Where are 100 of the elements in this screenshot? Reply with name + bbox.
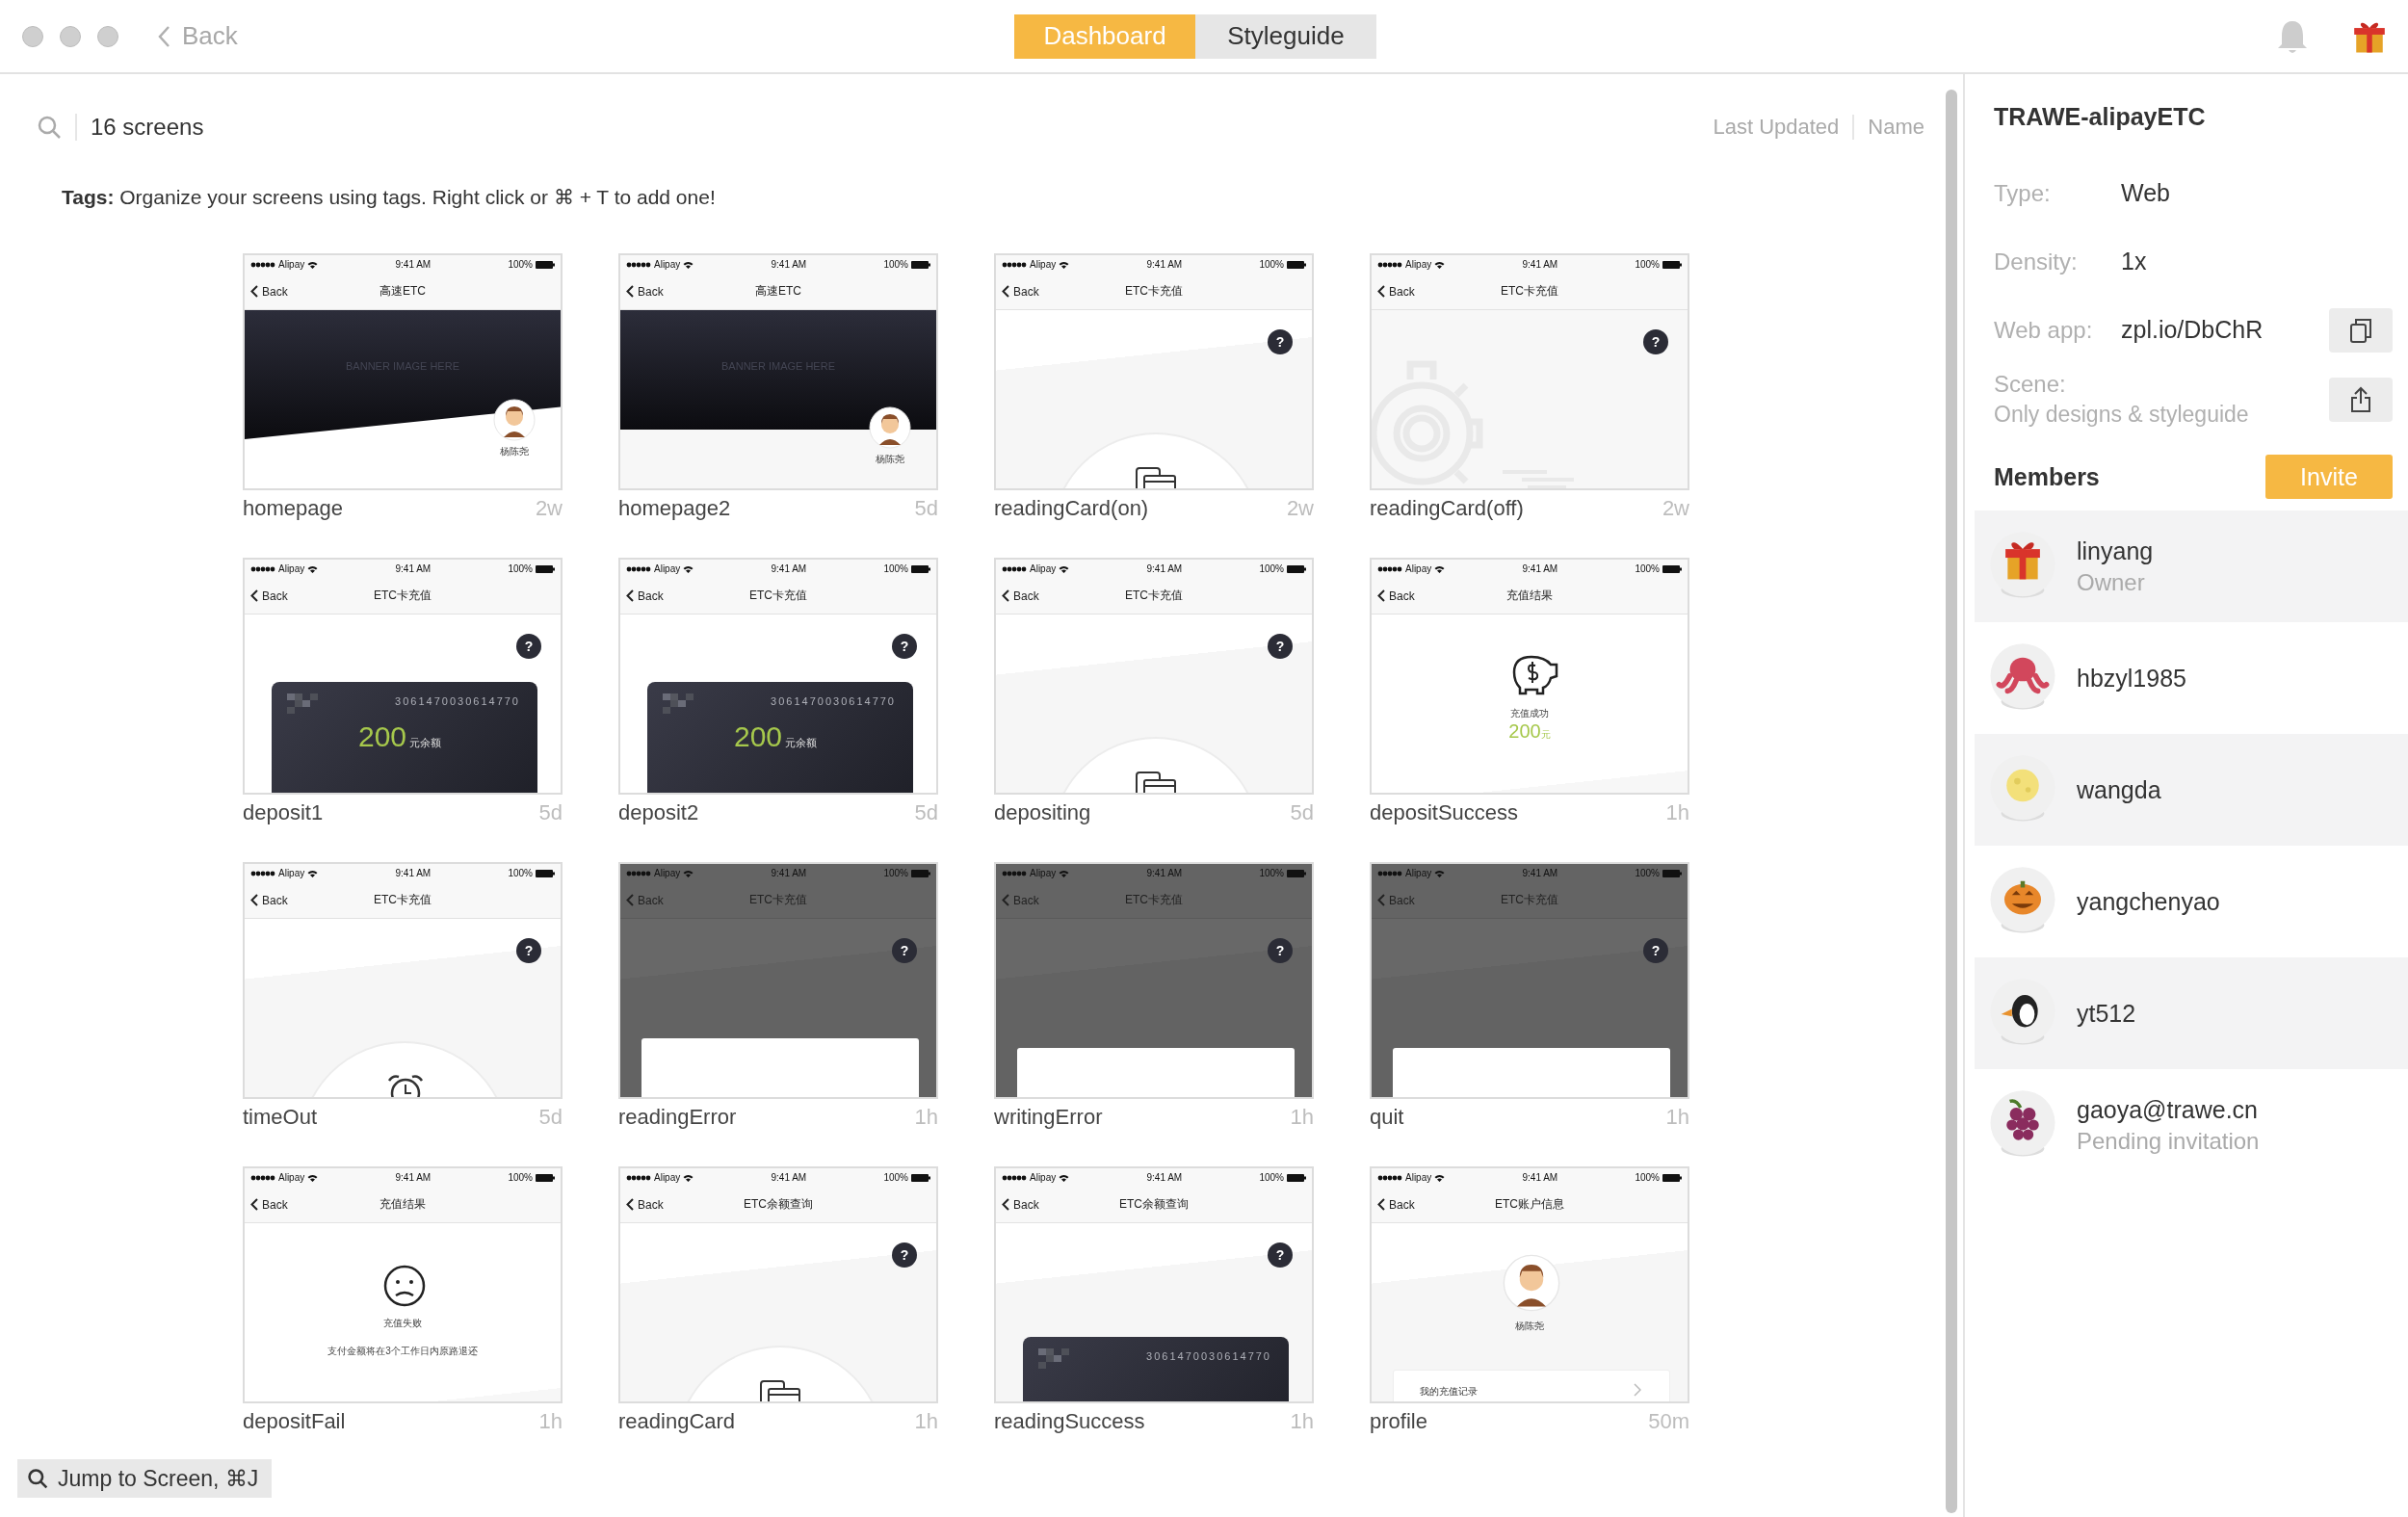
chevron-left-icon — [1002, 285, 1009, 298]
screen-thumbnail[interactable]: Alipay 9:41 AM 100% Back ETC余额查询 ? 3061470030614770 — [994, 1166, 1314, 1403]
chevron-left-icon — [1002, 894, 1009, 906]
screen-title: 高速ETC — [755, 283, 801, 300]
screen-thumbnail[interactable]: Alipay 9:41 AM 100% Back ETC余额查询 ? — [618, 1166, 938, 1403]
carrier-name: Alipay — [1405, 868, 1432, 878]
screen-thumbnail[interactable]: Alipay 9:41 AM 100% Back ETC卡充值 ? — [994, 558, 1314, 795]
screen-name: depositing — [994, 800, 1091, 825]
screen-thumbnail[interactable]: Alipay 9:41 AM 100% Back ETC账户信息 杨陈尧 我的充值记录 — [1370, 1166, 1689, 1403]
chevron-left-icon — [1377, 894, 1385, 906]
wifi-icon — [1059, 260, 1070, 269]
battery-level: 100% — [1259, 259, 1284, 270]
updated-age: 50m — [1648, 1409, 1689, 1434]
screen-thumbnail[interactable]: Alipay 9:41 AM 100% Back ETC卡充值 ? — [994, 862, 1314, 1099]
battery-level: 100% — [508, 563, 533, 574]
balance-amount: 200 元余额 — [734, 720, 818, 753]
wifi-icon — [683, 869, 694, 877]
wifi-icon — [307, 1173, 319, 1182]
signal-icon — [626, 1174, 651, 1181]
help-button: ? — [1268, 329, 1293, 354]
field-value: 1x — [2121, 248, 2147, 275]
signal-icon — [626, 870, 651, 876]
carrier-name: Alipay — [654, 563, 681, 574]
user-name: 杨陈尧 — [1514, 1320, 1545, 1333]
screen-name: depositFail — [243, 1409, 346, 1434]
battery-level: 100% — [1635, 868, 1660, 878]
search-icon[interactable] — [37, 115, 62, 140]
screen-title: ETC卡充值 — [374, 588, 432, 604]
battery-icon — [911, 869, 930, 877]
tab[interactable]: Styleguide — [1195, 13, 1376, 59]
battery-level: 100% — [1635, 563, 1660, 574]
battery-level: 100% — [1259, 563, 1284, 574]
battery-icon — [911, 1173, 930, 1182]
avatar-icon — [1503, 1254, 1560, 1312]
screen-title: 充值结果 — [1506, 588, 1553, 604]
screen-thumbnail[interactable]: Alipay 9:41 AM 100% Back ETC卡充值 ? — [994, 253, 1314, 490]
record-link: 我的充值记录 — [1420, 1385, 1478, 1399]
screen-name: quit — [1370, 1105, 1404, 1130]
help-button: ? — [892, 938, 917, 963]
battery-icon — [1662, 869, 1682, 877]
status-time: 9:41 AM — [1146, 259, 1183, 270]
battery-icon — [1287, 260, 1306, 269]
wifi-icon — [683, 564, 694, 573]
copy-button[interactable] — [2329, 307, 2393, 353]
screen-thumbnail[interactable]: Alipay 9:41 AM 100% Back ETC卡充值 ? 3061470030614770 200 元余额 — [618, 558, 938, 795]
help-button: ? — [516, 634, 541, 659]
share-button[interactable] — [2329, 377, 2393, 422]
updated-age: 2w — [1662, 496, 1689, 521]
screen-name: writingError — [994, 1105, 1103, 1130]
screen-thumbnail[interactable]: Alipay 9:41 AM 100% Back 充值结果 充值成功 200元 — [1370, 558, 1689, 795]
chevron-left-icon — [1377, 1198, 1385, 1211]
scrollbar-thumb[interactable] — [1946, 90, 1957, 1513]
jump-to-screen-button[interactable]: Jump to Screen, ⌘J — [17, 1459, 273, 1498]
avatar-icon — [869, 406, 911, 449]
wifi-icon — [307, 869, 319, 877]
signal-icon — [1002, 870, 1027, 876]
chevron-left-icon — [250, 589, 258, 602]
signal-icon — [626, 565, 651, 572]
signal-icon — [1377, 565, 1402, 572]
minimize-button[interactable] — [60, 25, 81, 47]
member-role: Pending invitation — [2077, 1127, 2260, 1155]
card-icon — [1135, 466, 1177, 488]
wifi-icon — [1434, 1173, 1446, 1182]
chevron-left-icon — [250, 285, 258, 298]
screen-name: homepage — [243, 496, 343, 521]
back-label: Back — [1013, 284, 1039, 299]
signal-icon — [1377, 1174, 1402, 1181]
members-heading: Members — [1994, 462, 2100, 491]
screen-thumbnail[interactable]: Alipay 9:41 AM 100% Back ETC卡充值 ? 3061470030614770 200 元余额 — [243, 558, 563, 795]
screen-thumbnail[interactable]: Alipay 9:41 AM 100% Back ETC卡充值 ? — [1370, 253, 1689, 490]
tags-hint: Tags: Organize your screens using tags. Right click or ⌘ + T to add one! — [62, 186, 717, 209]
member-name: wangda — [2077, 775, 2161, 804]
screen-thumbnail[interactable]: Alipay 9:41 AM 100% Back ETC卡充值 ? — [618, 862, 938, 1099]
status-time: 9:41 AM — [395, 259, 432, 270]
signal-icon — [250, 565, 275, 572]
status-time: 9:41 AM — [771, 1172, 807, 1183]
chevron-left-icon — [1002, 589, 1009, 602]
back-label: Back — [262, 893, 288, 907]
screen-thumbnail[interactable]: Alipay 9:41 AM 100% Back ETC卡充值 ? — [243, 862, 563, 1099]
battery-icon — [536, 260, 555, 269]
result-message: 充值成功 — [1509, 707, 1550, 720]
signal-icon — [1002, 261, 1027, 268]
updated-age: 1h — [914, 1105, 938, 1130]
wifi-icon — [1059, 869, 1070, 877]
screen-name: deposit2 — [618, 800, 699, 825]
signal-icon — [1377, 870, 1402, 876]
wifi-icon — [1059, 1173, 1070, 1182]
chevron-left-icon — [626, 589, 634, 602]
screen-title: ETC卡充值 — [749, 892, 807, 908]
zoom-button[interactable] — [97, 25, 118, 47]
screen-thumbnail[interactable]: Alipay 9:41 AM 100% Back ETC卡充值 ? — [1370, 862, 1689, 1099]
battery-icon — [1287, 1173, 1306, 1182]
status-time: 9:41 AM — [1522, 1172, 1558, 1183]
battery-level: 100% — [508, 1172, 533, 1183]
chevron-left-icon — [1377, 285, 1385, 298]
screen-thumbnail[interactable]: Alipay 9:41 AM 100% Back 充值结果 充值失败 支付金额将在3个工作日内原路退还 — [243, 1166, 563, 1403]
member-name: yt512 — [2077, 999, 2136, 1028]
status-time: 9:41 AM — [395, 868, 432, 878]
close-button[interactable] — [22, 25, 43, 47]
battery-level: 100% — [883, 868, 908, 878]
